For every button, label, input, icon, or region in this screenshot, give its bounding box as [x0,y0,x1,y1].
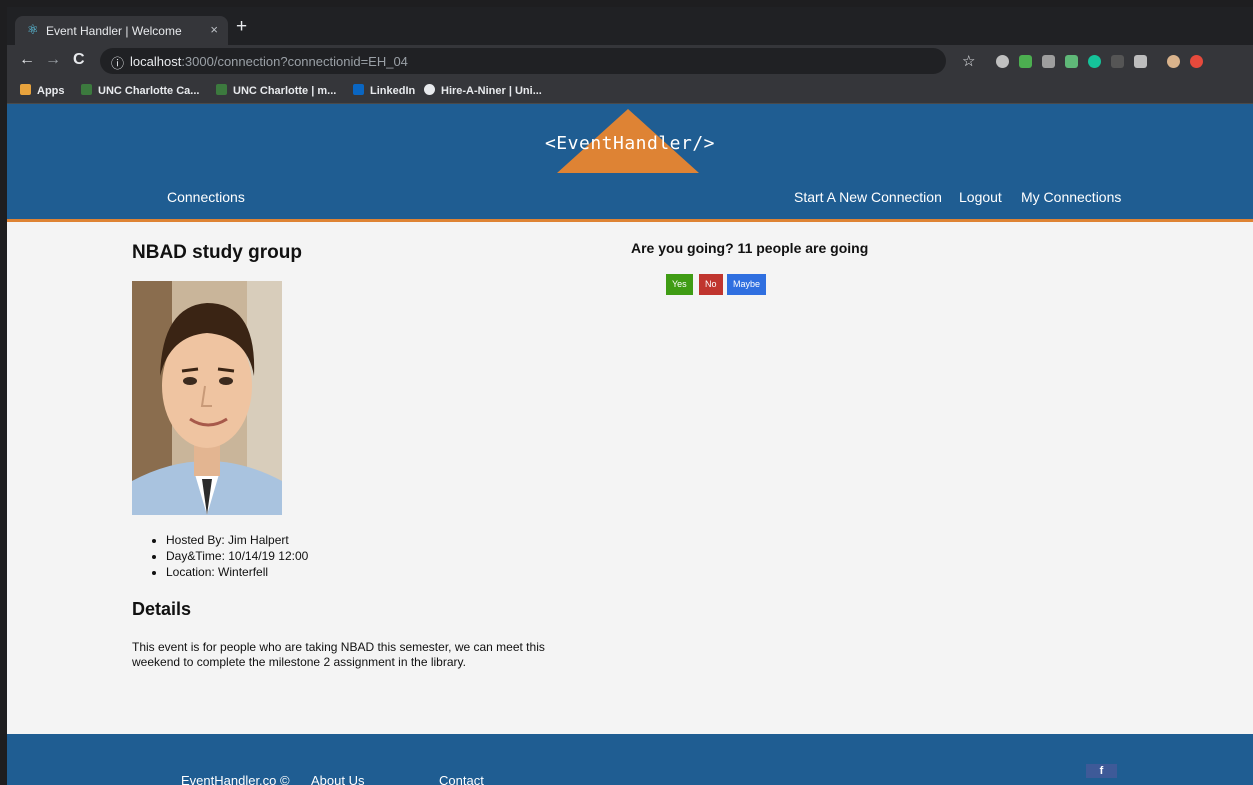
main-content: NBAD study group Hosted By: [7,222,1253,734]
bookmark-label: Apps [37,85,65,97]
update-icon[interactable] [1190,55,1203,68]
bookmark-hire-a-niner[interactable]: Hire-A-Niner | Uni... [424,84,542,97]
host-photo-illustration [132,281,282,515]
browser-tab[interactable]: ⚛ Event Handler | Welcome × [15,16,228,45]
bookmark-label: UNC Charlotte | m... [233,85,337,97]
address-bar[interactable]: ⓘ localhost:3000/connection?connectionid… [100,48,946,74]
host-photo [132,281,282,515]
linkedin-icon [353,84,364,95]
react-icon: ⚛ [27,22,39,37]
unc-icon [81,84,92,95]
bookmark-label: UNC Charlotte Ca... [98,85,200,97]
url-text: localhost:3000/connection?connectionid=E… [130,54,408,69]
reload-icon[interactable]: C [73,51,85,69]
bookmark-label: Hire-A-Niner | Uni... [441,85,542,97]
shield-extension-icon[interactable] [1019,55,1032,68]
bookmark-linkedin[interactable]: LinkedIn [353,84,415,97]
footer-contact-link[interactable]: Contact [439,773,484,785]
site-footer: EventHandler.co © About Us Contact f [7,734,1253,785]
rsvp-yes-button[interactable]: Yes [666,274,693,295]
rsvp-no-button[interactable]: No [699,274,723,295]
new-tab-button[interactable]: + [236,17,247,36]
browser-toolbar: ← → C ⓘ localhost:3000/connection?connec… [7,45,1253,77]
bookmarks-bar: Apps UNC Charlotte Ca... UNC Charlotte |… [7,77,1253,104]
unc-icon [216,84,227,95]
tab-strip: ⚛ Event Handler | Welcome × + [7,7,1253,45]
event-info-list: Hosted By: Jim Halpert Day&Time: 10/14/1… [166,532,308,580]
profile-avatar-icon[interactable] [1167,55,1180,68]
footer-about-link[interactable]: About Us [311,773,364,785]
event-datetime: Day&Time: 10/14/19 12:00 [166,548,308,564]
details-heading: Details [132,599,192,619]
bookmark-unc-charlotte-canvas[interactable]: UNC Charlotte Ca... [81,84,199,97]
nav-my-connections[interactable]: My Connections [1021,189,1121,205]
hosted-by: Hosted By: Jim Halpert [166,532,308,548]
tab-title: Event Handler | Welcome [46,24,182,38]
nav-start-new-connection[interactable]: Start A New Connection [794,189,942,205]
nav-logout[interactable]: Logout [959,189,1002,205]
extension-icon[interactable] [1065,55,1078,68]
globe-icon [424,84,435,95]
site-logo[interactable]: <EventHandler/> [7,133,1253,154]
extension-icon[interactable] [1111,55,1124,68]
back-icon[interactable]: ← [19,51,35,69]
details-text: This event is for people who are taking … [132,640,545,669]
site-header: <EventHandler/> Connections Start A New … [7,104,1253,222]
rsvp-question: Are you going? 11 people are going [631,240,869,256]
grammarly-icon[interactable] [1088,55,1101,68]
footer-copyright: EventHandler.co © [181,773,290,785]
nav-connections[interactable]: Connections [167,189,245,205]
url-host: localhost [130,54,182,69]
info-icon: ⓘ [111,56,125,71]
facebook-icon[interactable]: f [1086,764,1117,778]
forward-icon[interactable]: → [45,51,61,69]
bookmark-label: LinkedIn [370,85,416,97]
bookmark-star-icon[interactable]: ☆ [962,52,975,70]
browser-window: ⚛ Event Handler | Welcome × + ← → C ⓘ lo… [7,7,1253,785]
event-title: NBAD study group [132,242,302,263]
bookmark-unc-charlotte-m[interactable]: UNC Charlotte | m... [216,84,336,97]
bookmark-apps[interactable]: Apps [20,84,65,97]
extension-icon[interactable] [1042,55,1055,68]
extension-icon[interactable] [996,55,1009,68]
event-location: Location: Winterfell [166,564,308,580]
close-tab-icon[interactable]: × [210,22,218,37]
extension-icon[interactable] [1134,55,1147,68]
url-path: :3000/connection?connectionid=EH_04 [181,54,408,69]
rsvp-maybe-button[interactable]: Maybe [727,274,767,295]
apps-grid-icon [20,84,31,95]
